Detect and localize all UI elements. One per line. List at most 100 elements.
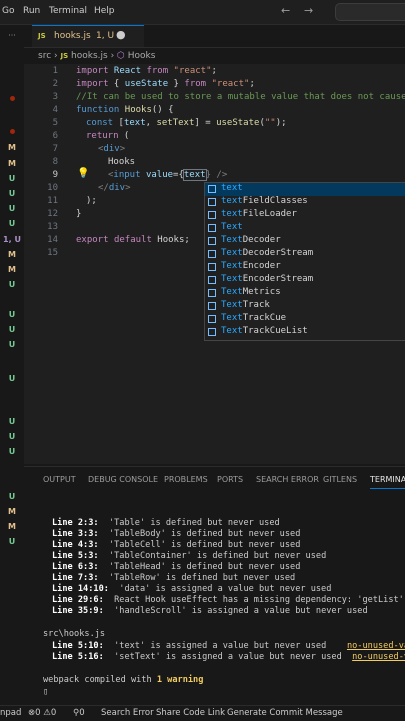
- terminal-line: Line 5:3: 'TableContainer' is defined bu…: [52, 551, 327, 561]
- git-status: M: [8, 143, 16, 152]
- git-status: M: [8, 507, 16, 516]
- breadcrumb-file[interactable]: hooks.js: [71, 51, 108, 61]
- suggestion-item[interactable]: TextEncoderStream: [205, 274, 405, 287]
- tab-problems[interactable]: PROBLEMS: [164, 475, 208, 484]
- git-status: U: [8, 340, 16, 349]
- menu-run[interactable]: Run: [23, 6, 40, 16]
- tab-terminal[interactable]: TERMINAL: [370, 475, 405, 484]
- git-status: U: [8, 447, 16, 456]
- code-line-11: );: [86, 196, 97, 206]
- terminal-prompt[interactable]: ▯: [43, 687, 48, 697]
- menu-terminal[interactable]: Terminal: [49, 6, 87, 16]
- git-status: U: [8, 325, 16, 334]
- variable-icon: [208, 211, 216, 219]
- back-arrow-icon[interactable]: ←: [281, 4, 290, 17]
- tab-ports[interactable]: PORTS: [217, 475, 243, 484]
- line-number: 1: [52, 66, 58, 76]
- git-status: U: [8, 219, 16, 228]
- suggestion-item[interactable]: Text: [205, 222, 405, 235]
- variable-icon: [208, 224, 216, 232]
- breadcrumb-symbol[interactable]: Hooks: [128, 51, 156, 61]
- terminal-line: Line 3:3: 'TableBody' is defined but nev…: [52, 529, 301, 539]
- code-line-1: import React from "react";: [76, 66, 217, 76]
- suggestion-item[interactable]: textFieldClasses: [205, 196, 405, 209]
- warning-icon: ⚠: [43, 708, 51, 718]
- suggestion-item[interactable]: TextEncoder: [205, 261, 405, 274]
- git-status: U: [8, 310, 16, 319]
- active-tab-indicator: [370, 488, 405, 489]
- code-line-8: Hooks: [108, 157, 136, 167]
- terminal-line: Line 14:10: 'data' is assigned a value b…: [52, 584, 332, 594]
- terminal-line: Line 5:16: 'setText' is assigned a value…: [52, 652, 405, 662]
- git-status: U: [8, 417, 16, 426]
- tab-status: 1, U: [96, 31, 115, 41]
- more-icon[interactable]: ···: [0, 31, 24, 40]
- command-center-search[interactable]: [335, 3, 405, 21]
- terminal-line: Line 5:10: 'text' is assigned a value bu…: [52, 641, 405, 651]
- suggestion-item[interactable]: TextMetrics: [205, 287, 405, 300]
- ports-indicator[interactable]: ⚲0: [73, 708, 85, 718]
- line-number: 7: [52, 144, 58, 154]
- git-status: U: [8, 537, 16, 546]
- terminal-compiled-line: webpack compiled with 1 warning: [43, 675, 204, 685]
- bottom-panel: OUTPUT DEBUG CONSOLE PROBLEMS PORTS SEAR…: [24, 466, 405, 707]
- tab-search-error[interactable]: SEARCH ERROR: [256, 475, 319, 484]
- variable-icon: [208, 276, 216, 284]
- git-status: U: [8, 174, 16, 183]
- eslint-rule-link[interactable]: no-unused-vars: [347, 641, 405, 651]
- code-line-6: return (: [86, 131, 130, 141]
- suggestion-item[interactable]: TextTrack: [205, 300, 405, 313]
- git-status: M: [8, 522, 16, 531]
- function-symbol-icon: ⬡: [117, 51, 125, 61]
- code-line-5: const [text, setText] = useState("");: [86, 118, 287, 128]
- statusbar-remote[interactable]: npad: [0, 708, 21, 718]
- suggestion-item[interactable]: text: [205, 183, 405, 196]
- breadcrumb-folder[interactable]: src: [38, 51, 51, 61]
- menu-go[interactable]: Go: [2, 6, 14, 16]
- generate-commit-message-button[interactable]: Generate Commit Message: [227, 708, 343, 718]
- variable-icon: [208, 302, 216, 310]
- menu-help[interactable]: Help: [94, 6, 115, 16]
- editor-tab-bar: JS hooks.js 1, U ●: [24, 25, 405, 48]
- suggestion-item[interactable]: TextTrackCue: [205, 313, 405, 326]
- code-line-14: export default Hooks;: [76, 235, 190, 245]
- tab-output[interactable]: OUTPUT: [43, 475, 76, 484]
- autocomplete-suggestions: text textFieldClasses textFileLoader Tex…: [204, 182, 405, 341]
- line-number: 3: [52, 92, 58, 102]
- code-line-3: //It can be used to store a mutable valu…: [76, 92, 405, 102]
- terminal-file-path: src\hooks.js: [43, 629, 106, 639]
- problems-indicator[interactable]: ⊗0 ⚠0: [28, 708, 56, 718]
- tab-hooks-js[interactable]: JS hooks.js 1, U ●: [32, 25, 144, 47]
- tab-debug-console[interactable]: DEBUG CONSOLE: [88, 475, 158, 484]
- share-code-link-button[interactable]: Share Code Link: [156, 708, 225, 718]
- search-error-button[interactable]: Search Error: [101, 708, 154, 718]
- tab-gitlens[interactable]: GITLENS: [323, 475, 357, 484]
- line-number: 4: [52, 105, 58, 115]
- code-line-7: <div>: [98, 144, 126, 154]
- unsaved-dot-icon[interactable]: ●: [116, 28, 126, 41]
- line-number: 5: [52, 118, 58, 128]
- suggestion-item[interactable]: textFileLoader: [205, 209, 405, 222]
- left-status-strip: ··· M M U U U U 1, U M M U U U U U U U U…: [0, 25, 24, 705]
- variable-icon: [208, 185, 216, 193]
- code-line-2: import { useState } from "react";: [76, 79, 255, 89]
- forward-arrow-icon[interactable]: →: [304, 4, 313, 17]
- status-bar: npad ⊗0 ⚠0 ⚲0 Search Error Share Code Li…: [0, 705, 405, 721]
- line-number: 13: [47, 222, 58, 232]
- suggestion-item[interactable]: TextDecoder: [205, 235, 405, 248]
- eslint-rule-link[interactable]: no-unused-vars: [352, 652, 405, 662]
- lightbulb-icon[interactable]: 💡: [77, 168, 89, 179]
- terminal-line: Line 35:9: 'handleScroll' is assigned a …: [52, 606, 368, 616]
- suggestion-item[interactable]: TextDecoderStream: [205, 248, 405, 261]
- error-dot-icon: [10, 96, 15, 101]
- terminal-line: Line 6:3: 'TableHead' is defined but nev…: [52, 562, 301, 572]
- javascript-file-icon: JS: [60, 52, 69, 60]
- line-number: 6: [52, 131, 58, 141]
- suggestion-item[interactable]: TextTrackCueList: [205, 326, 405, 339]
- line-number: 2: [52, 79, 58, 89]
- variable-icon: [208, 237, 216, 245]
- variable-icon: [208, 289, 216, 297]
- code-line-12: }: [76, 209, 82, 219]
- git-status: U: [8, 374, 16, 383]
- variable-icon: [208, 263, 216, 271]
